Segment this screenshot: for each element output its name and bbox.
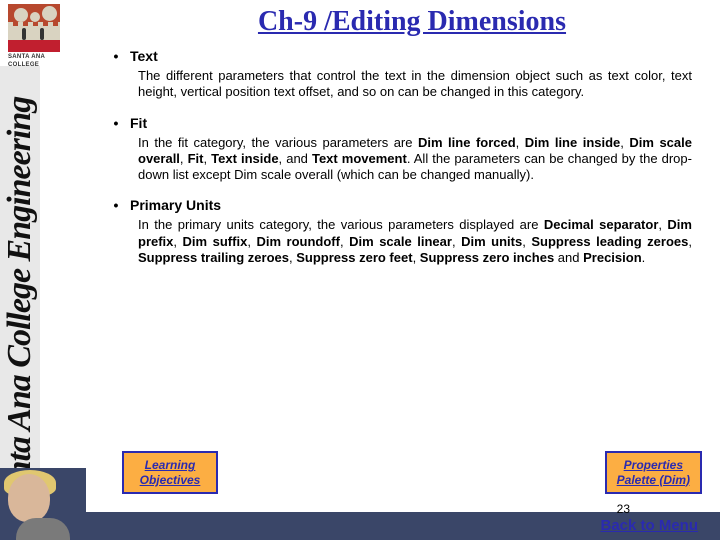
section-body: The different parameters that control th… (138, 68, 692, 101)
sidebar: SANTA ANA COLLEGE Santa Ana College Engi… (0, 0, 86, 540)
section-body: In the primary units category, the vario… (138, 217, 692, 266)
page-title: Ch-9 /Editing Dimensions (110, 6, 714, 38)
nav-buttons: Learning Objectives Properties Palette (… (122, 451, 702, 494)
section-heading: •Fit (102, 115, 696, 131)
section-block: •Primary Units In the primary units categ… (102, 197, 696, 266)
nav-right-line1: Properties (624, 458, 683, 472)
bullet-icon: • (102, 115, 130, 131)
bullet-icon: • (102, 48, 130, 64)
banner-text: Santa Ana College Engineering (1, 85, 39, 525)
section-body: In the fit category, the various paramet… (138, 135, 692, 184)
section-heading-text: Fit (130, 115, 147, 131)
learning-objectives-button[interactable]: Learning Objectives (122, 451, 218, 494)
properties-palette-button[interactable]: Properties Palette (Dim) (605, 451, 702, 494)
nav-left-line2: Objectives (140, 473, 201, 487)
content-area: Ch-9 /Editing Dimensions •TextThe differ… (94, 0, 714, 540)
back-to-menu-link[interactable]: Back to Menu (600, 517, 698, 534)
presenter-photo (0, 468, 86, 540)
college-label-1: SANTA ANA (8, 54, 86, 60)
section-block: •Text The different parameters that contr… (102, 48, 696, 101)
nav-left-line1: Learning (145, 458, 196, 472)
section-heading: •Primary Units (102, 197, 696, 213)
college-logo (8, 4, 60, 52)
section-block: •Fit In the fit category, the various par… (102, 115, 696, 184)
nav-right-line2: Palette (Dim) (617, 473, 690, 487)
page-number: 23 (617, 502, 630, 516)
section-heading-text: Primary Units (130, 197, 221, 213)
section-heading: •Text (102, 48, 696, 64)
section-heading-text: Text (130, 48, 158, 64)
bullet-icon: • (102, 197, 130, 213)
